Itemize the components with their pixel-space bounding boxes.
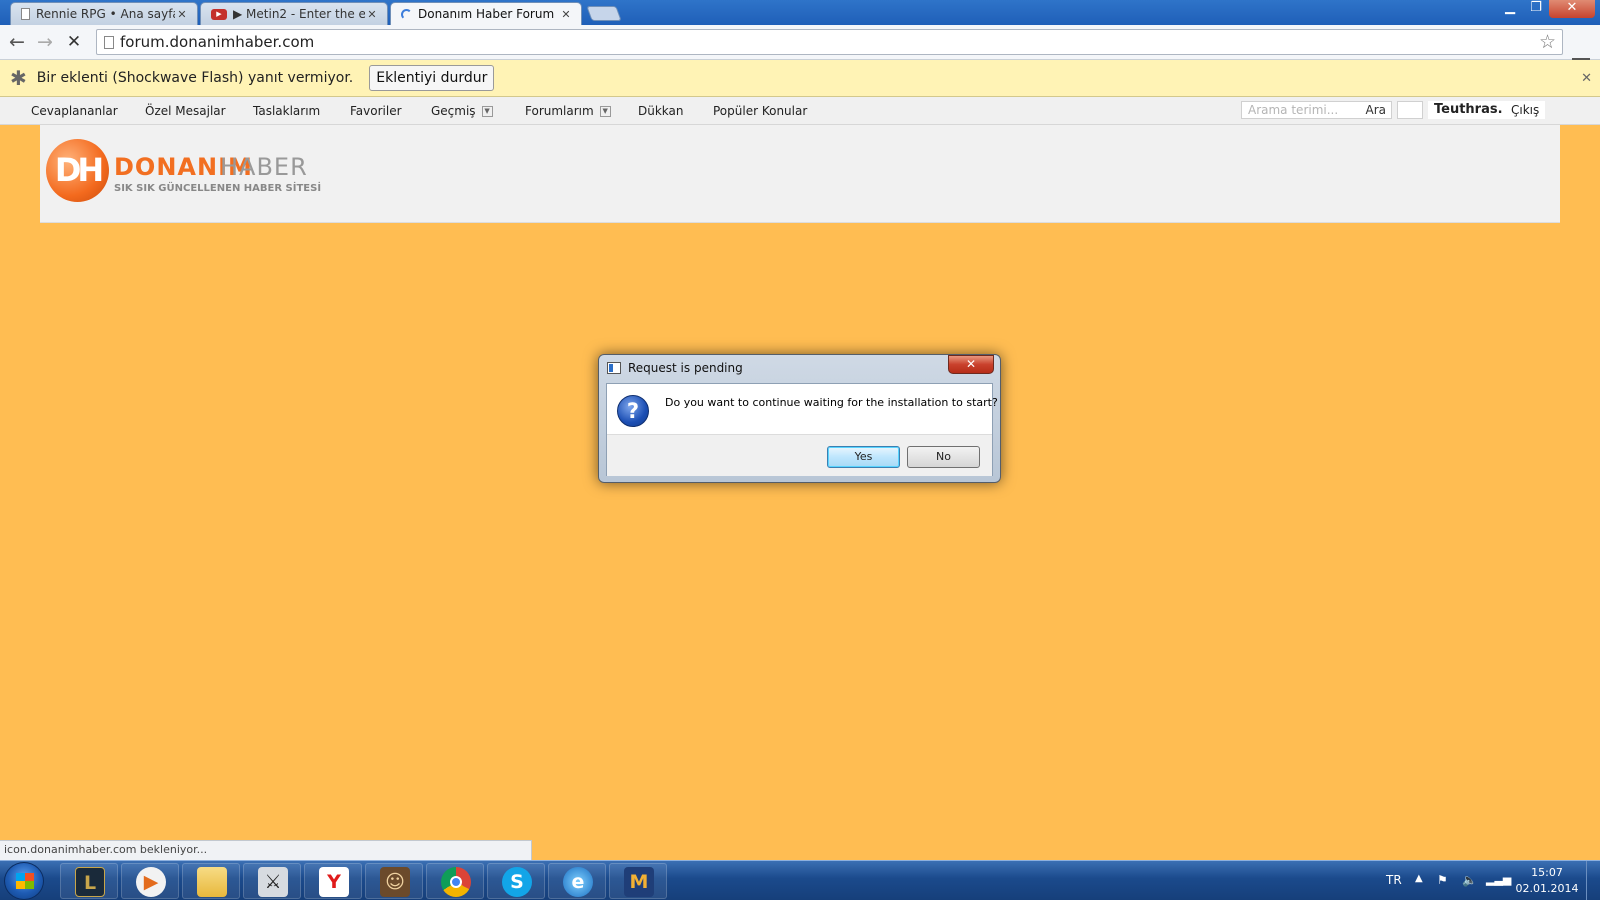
nav-taslaklarim[interactable]: Taslaklarım: [253, 104, 320, 118]
explorer-folder-icon[interactable]: [182, 863, 240, 899]
address-bar[interactable]: forum.donanimhaber.com ☆: [96, 29, 1563, 55]
puzzle-piece-icon: ✱: [10, 66, 27, 90]
no-button[interactable]: No: [907, 446, 980, 468]
back-arrow-icon[interactable]: ←: [6, 31, 28, 53]
search-input[interactable]: Arama terimi...: [1242, 103, 1366, 117]
volume-icon[interactable]: 🔈: [1462, 873, 1477, 887]
request-pending-dialog: Request is pending ✕ ? Do you want to co…: [598, 354, 1001, 483]
dialog-message: Do you want to continue waiting for the …: [665, 396, 998, 409]
nav-label: Cevaplananlar: [31, 104, 118, 118]
nav-label: Geçmiş: [431, 104, 476, 118]
yandex-icon[interactable]: Y: [304, 863, 362, 899]
windows-taskbar: L ▶ ⚔ Y ☺ S e M TR ▲ ⚑ 🔈 ▂▃▅ 15:07 02.01…: [0, 860, 1600, 900]
plugin-infobar: ✱ Bir eklenti (Shockwave Flash) yanıt ve…: [0, 60, 1600, 97]
nav-label: Popüler Konular: [713, 104, 808, 118]
page-icon: [21, 8, 30, 20]
counter-strike-icon[interactable]: ⚔: [243, 863, 301, 899]
search-button[interactable]: Ara: [1366, 103, 1392, 117]
browser-tab-strip: Rennie RPG • Ana sayfa ✕ ▶ ▶ Metin2 - En…: [0, 0, 1600, 25]
yes-button[interactable]: Yes: [827, 446, 900, 468]
dialog-title: Request is pending: [628, 361, 743, 375]
nav-favoriler[interactable]: Favoriler: [350, 104, 402, 118]
forward-arrow-icon[interactable]: →: [34, 31, 56, 53]
nav-dukkan[interactable]: Dükkan: [638, 104, 684, 118]
chevron-down-icon[interactable]: ▼: [481, 106, 493, 117]
stop-plugin-button[interactable]: Eklentiyi durdur: [369, 65, 495, 91]
nav-gecmis[interactable]: Geçmiş ▼: [431, 104, 493, 118]
bookmark-star-icon[interactable]: ☆: [1539, 31, 1556, 53]
status-bubble: icon.donanimhaber.com bekleniyor...: [0, 840, 532, 860]
logo-tagline: SIK SIK GÜNCELLENEN HABER SİTESİ: [114, 183, 322, 194]
tab-title: Donanım Haber Forum: [418, 7, 555, 21]
stop-loading-icon[interactable]: ✕: [63, 31, 85, 53]
logo-word-haber: HABER: [220, 153, 308, 181]
start-button[interactable]: [4, 862, 44, 900]
tab-rennie-rpg[interactable]: Rennie RPG • Ana sayfa ✕: [10, 2, 198, 25]
chrome-icon[interactable]: [426, 863, 484, 899]
username-link[interactable]: Teuthras.: [1428, 101, 1509, 119]
infobar-close-icon[interactable]: ✕: [1581, 71, 1592, 86]
nav-label: Dükkan: [638, 104, 684, 118]
dialog-titlebar[interactable]: Request is pending ✕: [599, 355, 1000, 381]
nav-label: Favoriler: [350, 104, 402, 118]
media-player-icon[interactable]: ▶: [121, 863, 179, 899]
game-avatar-icon[interactable]: ☺: [365, 863, 423, 899]
nav-forumlarim[interactable]: Forumlarım ▼: [525, 104, 611, 118]
logout-link[interactable]: Çıkış: [1505, 101, 1546, 119]
logo-mark: DH: [46, 139, 109, 202]
close-window-icon[interactable]: ✕: [1549, 0, 1595, 18]
page-icon: [104, 35, 114, 49]
site-header: DH DONANIM HABER SIK SIK GÜNCELLENEN HAB…: [40, 125, 1560, 223]
league-of-legends-icon[interactable]: L: [60, 863, 118, 899]
chevron-down-icon[interactable]: ▼: [599, 106, 611, 117]
network-signal-icon[interactable]: ▂▃▅: [1486, 873, 1511, 886]
site-nav-bar: Cevaplananlar Özel Mesajlar Taslaklarım …: [0, 97, 1600, 125]
clock-date: 02.01.2014: [1515, 882, 1579, 895]
tray-expand-icon[interactable]: ▲: [1415, 873, 1423, 884]
tab-close-icon[interactable]: ✕: [365, 8, 379, 21]
tab-title: ▶ Metin2 - Enter the east: [233, 7, 365, 21]
dialog-close-icon[interactable]: ✕: [948, 355, 994, 374]
show-desktop-button[interactable]: [1586, 861, 1600, 900]
clock-time: 15:07: [1531, 866, 1563, 879]
loading-spinner-icon: [401, 8, 412, 20]
tab-close-icon[interactable]: ✕: [559, 8, 573, 21]
language-indicator[interactable]: TR: [1386, 873, 1402, 887]
nav-label: Taslaklarım: [253, 104, 321, 118]
system-clock[interactable]: 15:07 02.01.2014: [1512, 865, 1582, 897]
nav-cevaplananlar[interactable]: Cevaplananlar: [31, 104, 118, 118]
browser-icon[interactable]: e: [548, 863, 606, 899]
minimize-icon[interactable]: ▁: [1497, 0, 1523, 18]
url-text[interactable]: forum.donanimhaber.com: [120, 33, 314, 51]
youtube-icon: ▶: [211, 8, 227, 20]
restore-icon[interactable]: ❐: [1523, 0, 1549, 18]
action-center-flag-icon[interactable]: ⚑: [1437, 873, 1448, 887]
infobar-message: Bir eklenti (Shockwave Flash) yanıt verm…: [36, 70, 354, 86]
browser-toolbar: ← → ✕ forum.donanimhaber.com ☆: [0, 25, 1600, 73]
nav-label: Forumlarım: [525, 104, 594, 118]
avatar[interactable]: [1397, 101, 1423, 119]
site-search-box[interactable]: Arama terimi... Ara: [1241, 101, 1392, 119]
tab-close-icon[interactable]: ✕: [175, 8, 189, 21]
tab-title: Rennie RPG • Ana sayfa: [36, 7, 175, 21]
question-icon: ?: [617, 395, 649, 427]
nav-populer-konular[interactable]: Popüler Konular: [713, 104, 807, 118]
tab-metin2[interactable]: ▶ ▶ Metin2 - Enter the east ✕: [200, 2, 388, 25]
nav-ozel-mesajlar[interactable]: Özel Mesajlar: [145, 104, 226, 118]
new-tab-button[interactable]: [586, 6, 622, 21]
dialog-body: ? Do you want to continue waiting for th…: [606, 383, 998, 476]
dialog-footer: Yes No: [607, 434, 992, 476]
metin2-icon[interactable]: M: [609, 863, 667, 899]
tab-donanimhaber[interactable]: Donanım Haber Forum ✕: [390, 2, 582, 25]
site-logo[interactable]: DH DONANIM HABER SIK SIK GÜNCELLENEN HAB…: [46, 139, 321, 209]
window-icon: [607, 362, 621, 374]
nav-label: Özel Mesajlar: [145, 104, 226, 118]
skype-icon[interactable]: S: [487, 863, 545, 899]
